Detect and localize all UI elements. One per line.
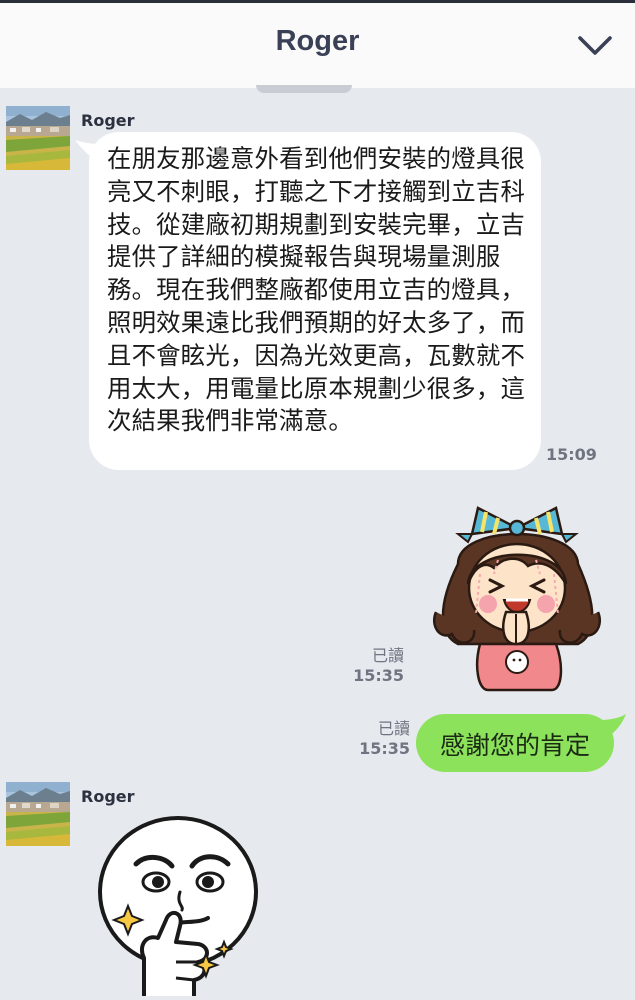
sender-name: Roger: [81, 111, 135, 130]
chat-title: Roger: [275, 25, 360, 57]
chat-header: Roger: [0, 0, 635, 88]
time-label: 15:35: [353, 666, 404, 685]
pull-handle[interactable]: [256, 85, 352, 93]
message-text: 感謝您的肯定: [439, 731, 590, 760]
message-text: 在朋友那邊意外看到他們安裝的燈具很亮又不刺眼，打聽之下才接觸到立吉科技。從建廠初…: [107, 144, 526, 436]
avatar[interactable]: [6, 782, 70, 846]
time-label: 15:09: [546, 445, 597, 464]
read-receipt: 已讀 15:35: [350, 646, 404, 686]
message-time: 15:09: [546, 445, 597, 465]
chevron-down-icon[interactable]: [577, 33, 613, 59]
read-receipt: 已讀 15:35: [356, 719, 410, 759]
chat-screen: Roger Roger 在朋友那邊意外看到他們安裝的燈具很亮又不刺眼，打聽之下才…: [0, 0, 635, 1000]
girl-thanks-sticker[interactable]: [428, 494, 606, 694]
avatar[interactable]: [6, 106, 70, 170]
incoming-message-bubble[interactable]: 在朋友那邊意外看到他們安裝的燈具很亮又不刺眼，打聽之下才接觸到立吉科技。從建廠初…: [75, 132, 541, 470]
outgoing-message-bubble[interactable]: 感謝您的肯定: [416, 714, 626, 772]
screen-bottom-edge: [0, 996, 635, 1000]
thumbs-up-face-sticker[interactable]: [86, 808, 258, 998]
time-label: 15:35: [359, 739, 410, 758]
read-label: 已讀: [371, 646, 404, 665]
read-label: 已讀: [377, 719, 410, 738]
bubble-tail-icon: [75, 140, 101, 160]
sender-name: Roger: [81, 787, 135, 806]
